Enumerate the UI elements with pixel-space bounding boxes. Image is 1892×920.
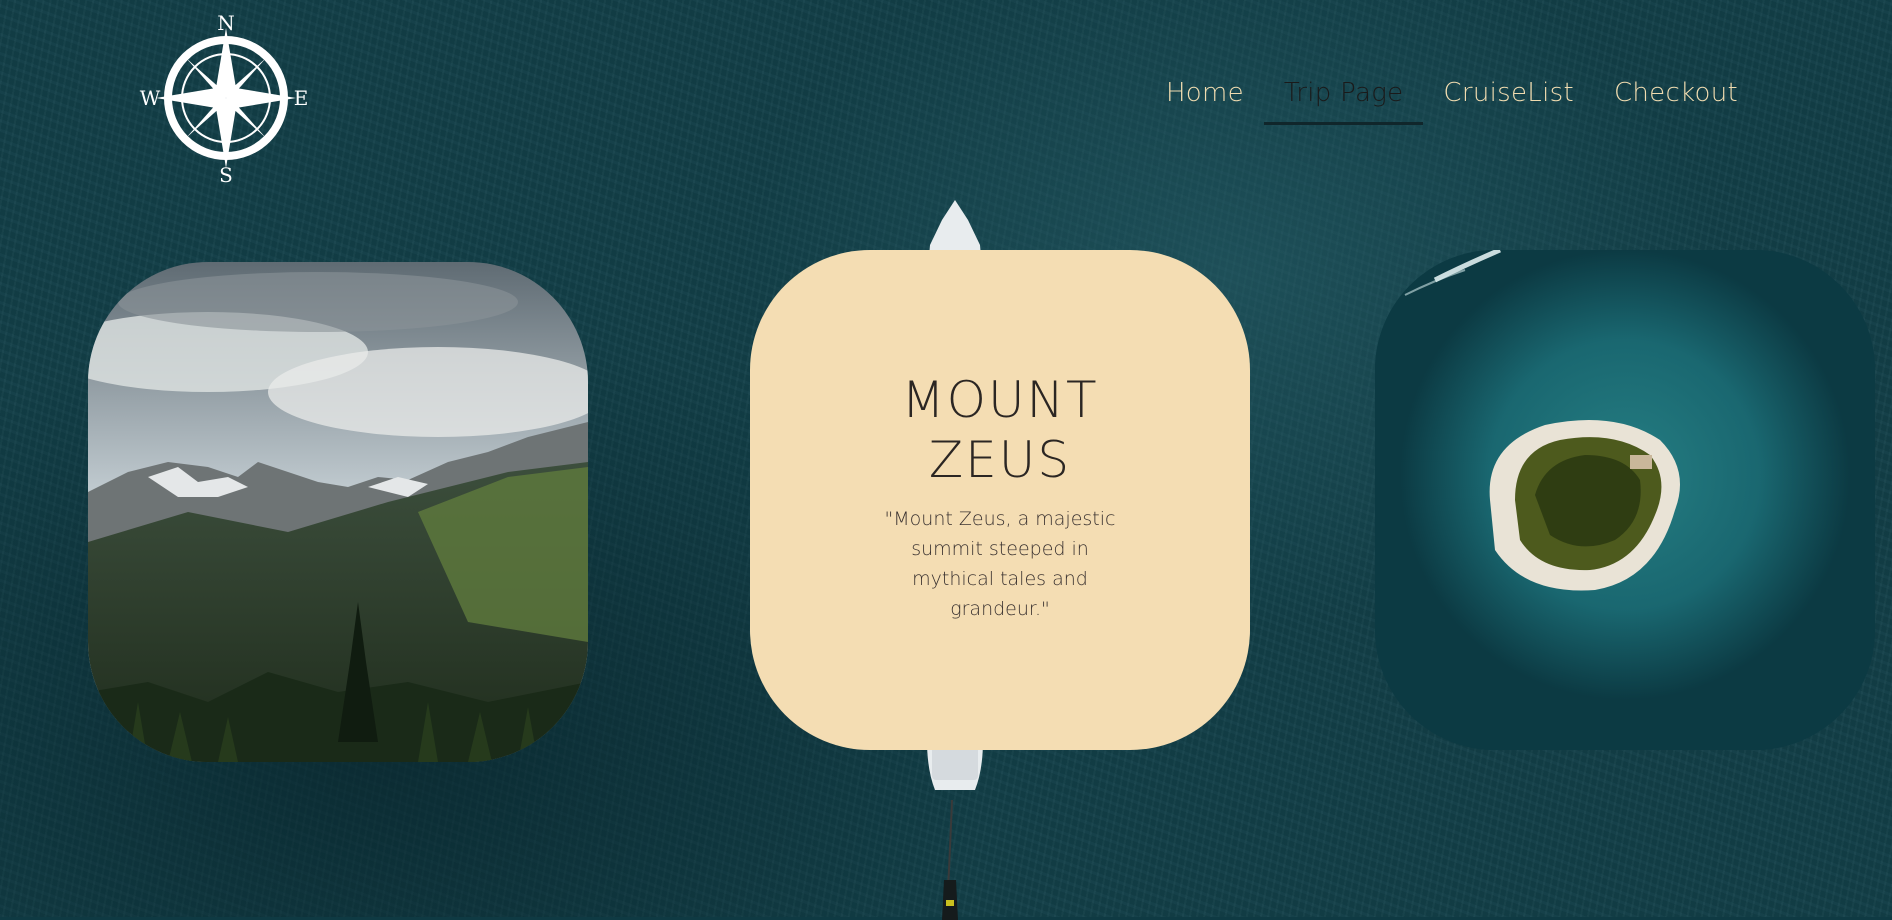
island-image-card[interactable] (1375, 250, 1875, 750)
destination-description: "Mount Zeus, a majestic summit steeped i… (884, 508, 1116, 620)
compass-east-label: E (294, 86, 309, 110)
nav-item-cruiselist[interactable]: CruiseList (1423, 76, 1594, 125)
nav-item-home[interactable]: Home (1146, 76, 1264, 125)
mountain-image-card[interactable] (88, 262, 588, 762)
destination-title: MOUNT ZEUS (901, 371, 1099, 489)
nav-item-checkout[interactable]: Checkout (1594, 76, 1758, 125)
mountain-photo (88, 262, 588, 762)
compass-north-label: N (217, 11, 235, 35)
main-nav: Home Trip Page CruiseList Checkout (1146, 76, 1758, 125)
compass-icon: N S E W (140, 11, 309, 185)
compass-west-label: W (140, 86, 161, 110)
compass-logo[interactable]: N S E W (136, 10, 316, 185)
destination-info-card[interactable]: MOUNT ZEUS "Mount Zeus, a majestic summi… (750, 250, 1250, 750)
nav-item-trip-page[interactable]: Trip Page (1263, 76, 1424, 125)
compass-south-label: S (219, 163, 233, 185)
island-photo (1375, 250, 1875, 750)
